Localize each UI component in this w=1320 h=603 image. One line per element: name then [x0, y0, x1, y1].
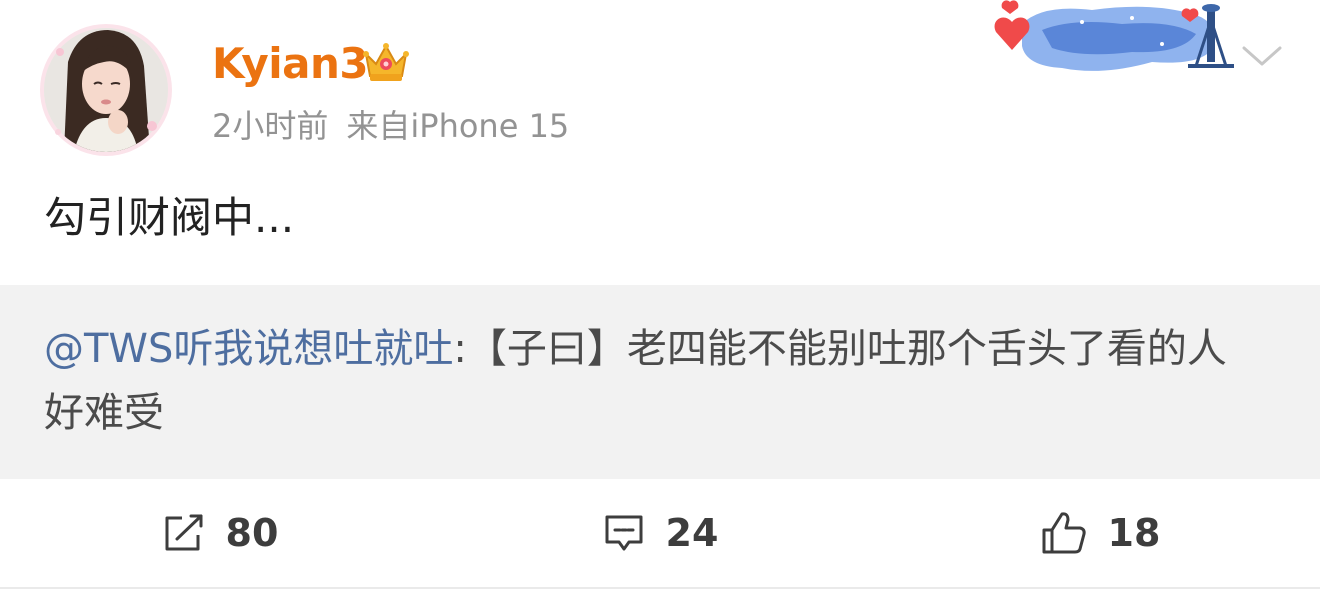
repost-text: @TWS听我说想吐就吐:【子曰】老四能不能别吐那个舌头了看的人好难受	[44, 317, 1254, 445]
repost-mention[interactable]: @TWS听我说想吐就吐	[44, 326, 453, 372]
repost-separator: :	[453, 326, 467, 372]
share-icon	[162, 513, 206, 553]
repost-box[interactable]: @TWS听我说想吐就吐:【子曰】老四能不能别吐那个舌头了看的人好难受	[0, 285, 1320, 479]
post-meta: 2小时前 来自iPhone 15	[212, 104, 569, 148]
like-count: 18	[1107, 511, 1161, 555]
card-decoration-icon	[982, 0, 1240, 82]
chevron-down-icon[interactable]	[1240, 40, 1284, 70]
post-time: 2小时前	[212, 107, 329, 145]
username[interactable]: Kyian3	[212, 38, 369, 90]
next-card-edge	[0, 589, 1320, 603]
comment-count: 24	[665, 511, 719, 555]
post-text: 勾引财阀中...	[44, 193, 295, 242]
post-source: 来自iPhone 15	[346, 107, 570, 145]
thumbs-up-icon	[1040, 510, 1088, 556]
comment-button[interactable]: 24	[440, 479, 880, 587]
comment-icon	[602, 512, 646, 554]
repost-button[interactable]: 80	[0, 479, 440, 587]
avatar[interactable]	[38, 22, 174, 158]
weibo-post-card: Kyian3 2小时前 来自iPhone 15 勾引财阀中... @TWS听我说…	[0, 0, 1320, 603]
action-bar: 80 24 18	[0, 479, 1320, 587]
crown-icon[interactable]	[362, 40, 410, 86]
repost-count: 80	[225, 511, 279, 555]
like-button[interactable]: 18	[880, 479, 1320, 587]
